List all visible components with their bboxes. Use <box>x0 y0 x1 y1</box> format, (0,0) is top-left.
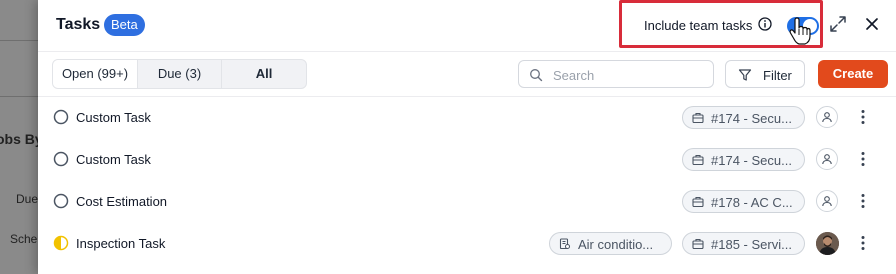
more-options-icon[interactable] <box>856 150 870 168</box>
assignee-placeholder[interactable] <box>816 148 838 170</box>
task-name: Inspection Task <box>76 236 166 251</box>
filter-icon <box>738 69 752 81</box>
background-label-due: Due <box>16 192 39 206</box>
panel-title: Tasks <box>56 16 101 33</box>
project-label: #178 - AC C... <box>711 195 793 210</box>
task-name: Cost Estimation <box>76 194 168 209</box>
task-name: Custom Task <box>76 152 151 167</box>
task-row[interactable]: Inspection Task Air conditio... #185 - S… <box>38 222 896 264</box>
avatar-photo <box>816 232 839 255</box>
include-team-tasks-label: Include team tasks <box>644 18 753 33</box>
search-box <box>518 60 714 88</box>
tasks-panel: Tasks Beta Include team tasks Open (99+)… <box>38 0 896 274</box>
tab-open[interactable]: Open (99+) <box>53 60 138 88</box>
more-options-icon[interactable] <box>856 234 870 252</box>
project-label: #174 - Secu... <box>711 153 792 168</box>
more-options-icon[interactable] <box>856 108 870 126</box>
briefcase-icon <box>692 112 704 124</box>
create-button[interactable]: Create <box>818 60 888 88</box>
task-row[interactable]: Cost Estimation #178 - AC C... <box>38 180 896 222</box>
project-label: #174 - Secu... <box>711 111 792 126</box>
asset-label: Air conditio... <box>578 237 654 252</box>
hand-pointer-icon <box>789 17 811 45</box>
asset-icon <box>559 238 570 250</box>
avatar[interactable] <box>816 232 839 255</box>
background-label-scheduled: Sche <box>10 232 38 246</box>
filter-button[interactable]: Filter <box>725 60 805 88</box>
briefcase-icon <box>692 238 704 250</box>
user-icon <box>822 154 832 165</box>
user-icon <box>822 196 832 207</box>
status-open-icon[interactable] <box>53 151 69 167</box>
briefcase-icon <box>692 196 704 208</box>
project-chip[interactable]: #185 - Servi... <box>682 232 805 255</box>
close-icon[interactable] <box>861 13 883 35</box>
assignee-placeholder[interactable] <box>816 190 838 212</box>
expand-icon[interactable] <box>827 13 849 35</box>
asset-chip[interactable]: Air conditio... <box>549 232 672 255</box>
project-chip[interactable]: #174 - Secu... <box>682 106 805 129</box>
info-icon[interactable] <box>758 17 772 31</box>
task-row[interactable]: Custom Task #174 - Secu... <box>38 138 896 180</box>
tab-all[interactable]: All <box>222 60 306 88</box>
status-open-icon[interactable] <box>53 193 69 209</box>
background-heading: obs By <box>0 131 43 147</box>
task-filter-tabs: Open (99+) Due (3) All <box>52 59 307 89</box>
status-in-progress-icon[interactable] <box>53 235 69 251</box>
beta-badge: Beta <box>104 14 145 36</box>
project-chip[interactable]: #174 - Secu... <box>682 148 805 171</box>
project-chip[interactable]: #178 - AC C... <box>682 190 805 213</box>
search-icon <box>530 69 543 82</box>
assignee-placeholder[interactable] <box>816 106 838 128</box>
filter-label: Filter <box>763 68 792 83</box>
briefcase-icon <box>692 154 704 166</box>
task-row[interactable]: Custom Task #174 - Secu... <box>38 96 896 138</box>
task-name: Custom Task <box>76 110 151 125</box>
panel-header: Tasks Beta Include team tasks <box>38 0 896 52</box>
status-open-icon[interactable] <box>53 109 69 125</box>
search-input[interactable] <box>553 65 703 85</box>
tab-due[interactable]: Due (3) <box>138 60 222 88</box>
user-icon <box>822 112 832 123</box>
more-options-icon[interactable] <box>856 192 870 210</box>
project-label: #185 - Servi... <box>711 237 792 252</box>
